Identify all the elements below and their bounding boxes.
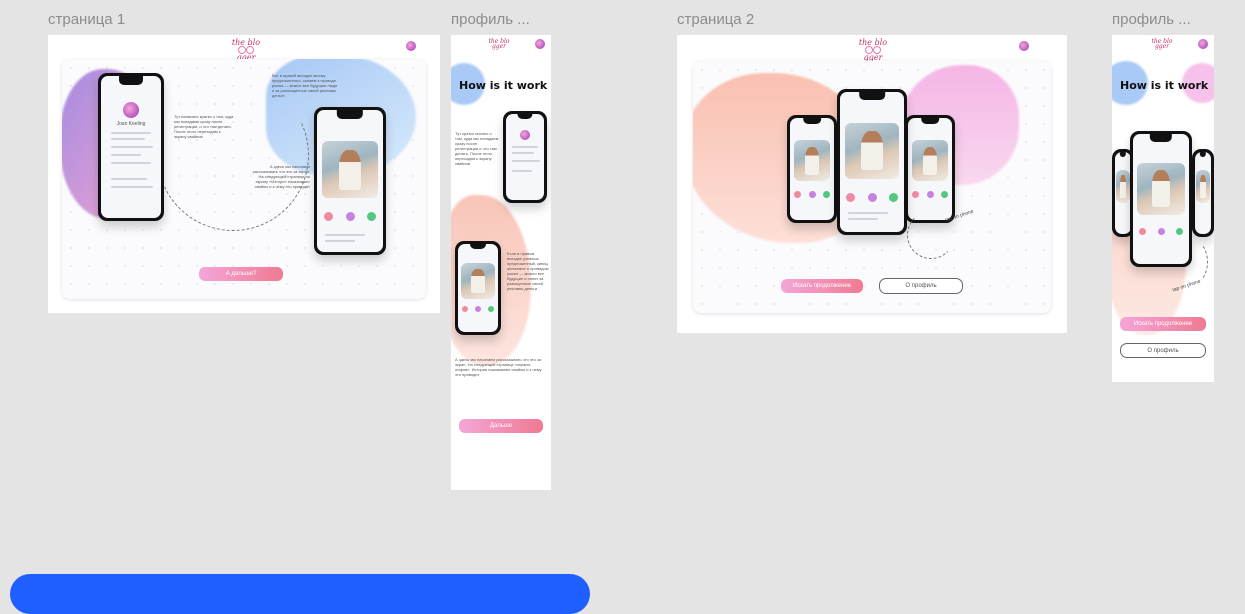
swipe-actions	[323, 212, 377, 222]
content-card: Joan Keeling Тут написано кратко о том, …	[62, 59, 426, 299]
swipe-photo	[1196, 170, 1210, 203]
logo-line1: the blo	[231, 38, 261, 47]
profile-button[interactable]: О профиль	[879, 278, 963, 294]
text-block-3: Вот в правой вкладке иконку предложенног…	[272, 73, 338, 98]
dislike-icon[interactable]	[912, 191, 920, 199]
board-label-page1[interactable]: страница 1	[48, 11, 125, 28]
search-continue-button[interactable]: Искать продолжение	[781, 279, 863, 293]
swipe-actions	[846, 192, 898, 202]
next-button[interactable]: А дальше?	[199, 267, 283, 281]
swipe-photo	[845, 122, 899, 179]
like-icon[interactable]	[940, 191, 948, 199]
profile-name: Joan Keeling	[116, 121, 146, 127]
dislike-icon[interactable]	[794, 191, 802, 199]
phone-swipe[interactable]	[314, 107, 386, 255]
like-icon[interactable]	[1176, 227, 1184, 235]
phone-right[interactable]	[905, 115, 955, 223]
board-label-profile1[interactable]: профиль ...	[451, 11, 551, 28]
swipe-actions	[912, 191, 948, 199]
frame-page1[interactable]: the blo gger Joan Keeling Тут написано к…	[48, 35, 440, 313]
profile-photo	[123, 102, 139, 118]
logo: the blo gger	[1148, 39, 1176, 50]
star-icon[interactable]	[926, 191, 934, 199]
phone-profile[interactable]	[503, 111, 547, 203]
swipe-actions	[1138, 227, 1184, 235]
heading: How is it work	[459, 79, 548, 92]
dislike-icon[interactable]	[1138, 227, 1146, 235]
phone-right[interactable]	[1192, 149, 1214, 237]
star-icon[interactable]	[808, 191, 816, 199]
dislike-icon[interactable]	[462, 305, 468, 312]
phone-left[interactable]	[787, 115, 837, 223]
phone-swipe[interactable]	[455, 241, 501, 335]
star-icon[interactable]	[345, 212, 355, 222]
logo: the blo gger	[485, 39, 513, 50]
dislike-icon[interactable]	[846, 192, 856, 202]
search-continue-button[interactable]: Искать продолжение	[1120, 317, 1206, 331]
like-icon[interactable]	[488, 305, 494, 312]
phone-profile[interactable]: Joan Keeling	[98, 73, 164, 221]
swipe-photo	[461, 263, 495, 299]
dislike-icon[interactable]	[323, 212, 333, 222]
avatar[interactable]	[1198, 39, 1208, 49]
logo-line1: the blo	[858, 38, 888, 47]
avatar[interactable]	[1019, 41, 1029, 51]
phone-center[interactable]	[837, 89, 907, 235]
star-icon[interactable]	[867, 192, 877, 202]
profile-button[interactable]: О профиль	[1120, 343, 1206, 358]
frame-profile1[interactable]: the blo gger How is it work Тут кратко п…	[451, 35, 551, 490]
star-icon[interactable]	[1157, 227, 1165, 235]
frame-profile2[interactable]: the blo gger How is it work tap on phone…	[1112, 35, 1214, 382]
next-button[interactable]: Дальше	[459, 419, 543, 433]
avatar[interactable]	[406, 41, 416, 51]
logo: the blo gger	[855, 38, 891, 62]
frame-page2[interactable]: the blo gger tap on phone Искать продолж…	[677, 35, 1067, 333]
heading: How is it work	[1120, 79, 1209, 92]
star-icon[interactable]	[475, 305, 481, 312]
content-card: tap on phone Искать продолжение О профил…	[693, 61, 1051, 313]
like-icon[interactable]	[367, 212, 377, 222]
text-block-1: Тут кратко писано о том, куда мы попадае…	[455, 131, 499, 166]
phone-center[interactable]	[1130, 131, 1192, 267]
logo: the blo gger	[228, 38, 264, 62]
avatar[interactable]	[535, 39, 545, 49]
profile-photo	[520, 130, 530, 140]
text-block-2: Если в правом вкладке узнаешь предложенн…	[507, 251, 549, 291]
swipe-actions	[794, 191, 830, 199]
text-block-3: А здесь мы начинаем рассказывать что это…	[455, 357, 542, 377]
swipe-photo	[911, 140, 949, 182]
like-icon[interactable]	[822, 191, 830, 199]
swipe-actions	[462, 305, 494, 312]
swipe-photo	[1137, 162, 1185, 215]
swipe-photo	[322, 141, 378, 199]
board-label-profile2[interactable]: профиль ...	[1112, 11, 1212, 28]
swipe-photo	[1116, 170, 1130, 203]
bottom-action-bar[interactable]	[10, 574, 590, 614]
swipe-photo	[793, 140, 831, 182]
like-icon[interactable]	[888, 192, 898, 202]
board-label-page2[interactable]: страница 2	[677, 11, 754, 28]
